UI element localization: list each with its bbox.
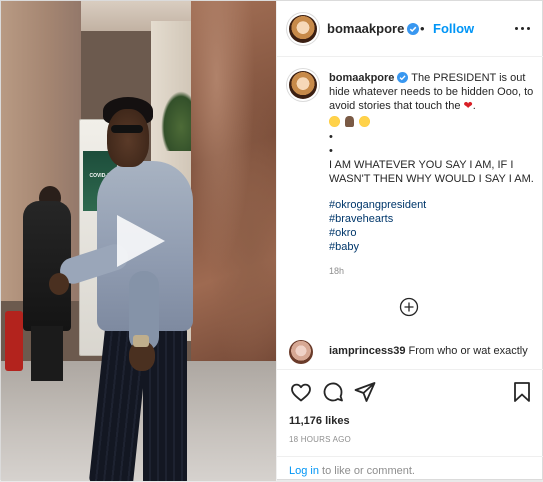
video-man-sunglasses (111, 125, 143, 133)
avatar[interactable] (289, 15, 317, 43)
caption-text: bomaakpore The PRESIDENT is out hide wha… (329, 72, 534, 254)
post-date: 18 HOURS AGO (289, 435, 351, 444)
emoji-row (329, 116, 534, 130)
hashtag-link[interactable]: #okrogangpresident (329, 198, 534, 212)
caption-username[interactable]: bomaakpore (329, 72, 394, 84)
bookmark-icon[interactable] (510, 380, 534, 404)
comment-item: iamprincess39 From who or wat exactly (289, 340, 539, 368)
login-link[interactable]: Log in (289, 465, 319, 477)
separator-dot: • (420, 21, 425, 36)
commenter-avatar[interactable] (289, 340, 313, 364)
login-text: Log in to like or comment. (289, 465, 415, 477)
caption-dot-1: • (329, 131, 333, 143)
video-marble-wall (191, 1, 276, 381)
heart-icon[interactable] (289, 380, 313, 404)
video-man-watch (133, 335, 149, 347)
login-rest: to like or comment. (318, 465, 415, 477)
post-header: bomaakpore • Follow (277, 1, 543, 57)
post-actions: 11,176 likes 18 HOURS AGO Log in to like… (277, 369, 543, 481)
red-heart-emoji: ❤ (463, 100, 473, 112)
more-options-icon[interactable] (513, 21, 531, 35)
verified-badge-icon (407, 23, 420, 35)
share-icon[interactable] (353, 380, 377, 404)
caption-timestamp: 18h (329, 266, 345, 276)
smirking-face-emoji (329, 116, 340, 127)
video-background-person-legs (31, 326, 63, 381)
caption-avatar[interactable] (289, 71, 317, 99)
commenter-username[interactable]: iamprincess39 (329, 345, 405, 357)
hashtag-link[interactable]: #bravehearts (329, 212, 534, 226)
post-details-panel: bomaakpore • Follow bomaakpore The PRESI… (276, 1, 543, 481)
comment-body: From who or wat exactly (408, 345, 528, 357)
comment-icon[interactable] (321, 380, 345, 404)
follow-button[interactable]: Follow (433, 21, 474, 36)
video-red-object (5, 311, 23, 371)
verified-badge-icon (397, 72, 409, 83)
post-video[interactable]: COVID-19 (1, 1, 276, 481)
hashtag-link[interactable]: #baby (329, 240, 534, 254)
folded-hands-emoji (345, 116, 354, 127)
laughing-face-emoji (359, 116, 370, 127)
caption-dot-2: • (329, 145, 333, 157)
video-man-head (107, 109, 149, 167)
caption-section: bomaakpore The PRESIDENT is out hide wha… (277, 57, 543, 369)
caption-body: I AM WHATEVER YOU SAY I AM, IF I WASN'T … (329, 159, 534, 185)
hashtag-link[interactable]: #okro (329, 226, 534, 240)
likes-count[interactable]: 11,176 likes (289, 415, 350, 427)
login-prompt: Log in to like or comment. (277, 456, 543, 482)
comment-text: iamprincess39 From who or wat exactly (329, 345, 528, 357)
username-link[interactable]: bomaakpore (327, 21, 420, 36)
post-modal: COVID-19 bomaakpore • Follow bomaakpore … (0, 0, 543, 481)
play-icon[interactable] (111, 213, 167, 269)
video-man-hand-left (49, 273, 69, 295)
username-text: bomaakpore (327, 21, 405, 36)
load-more-comments-icon[interactable] (399, 297, 419, 317)
